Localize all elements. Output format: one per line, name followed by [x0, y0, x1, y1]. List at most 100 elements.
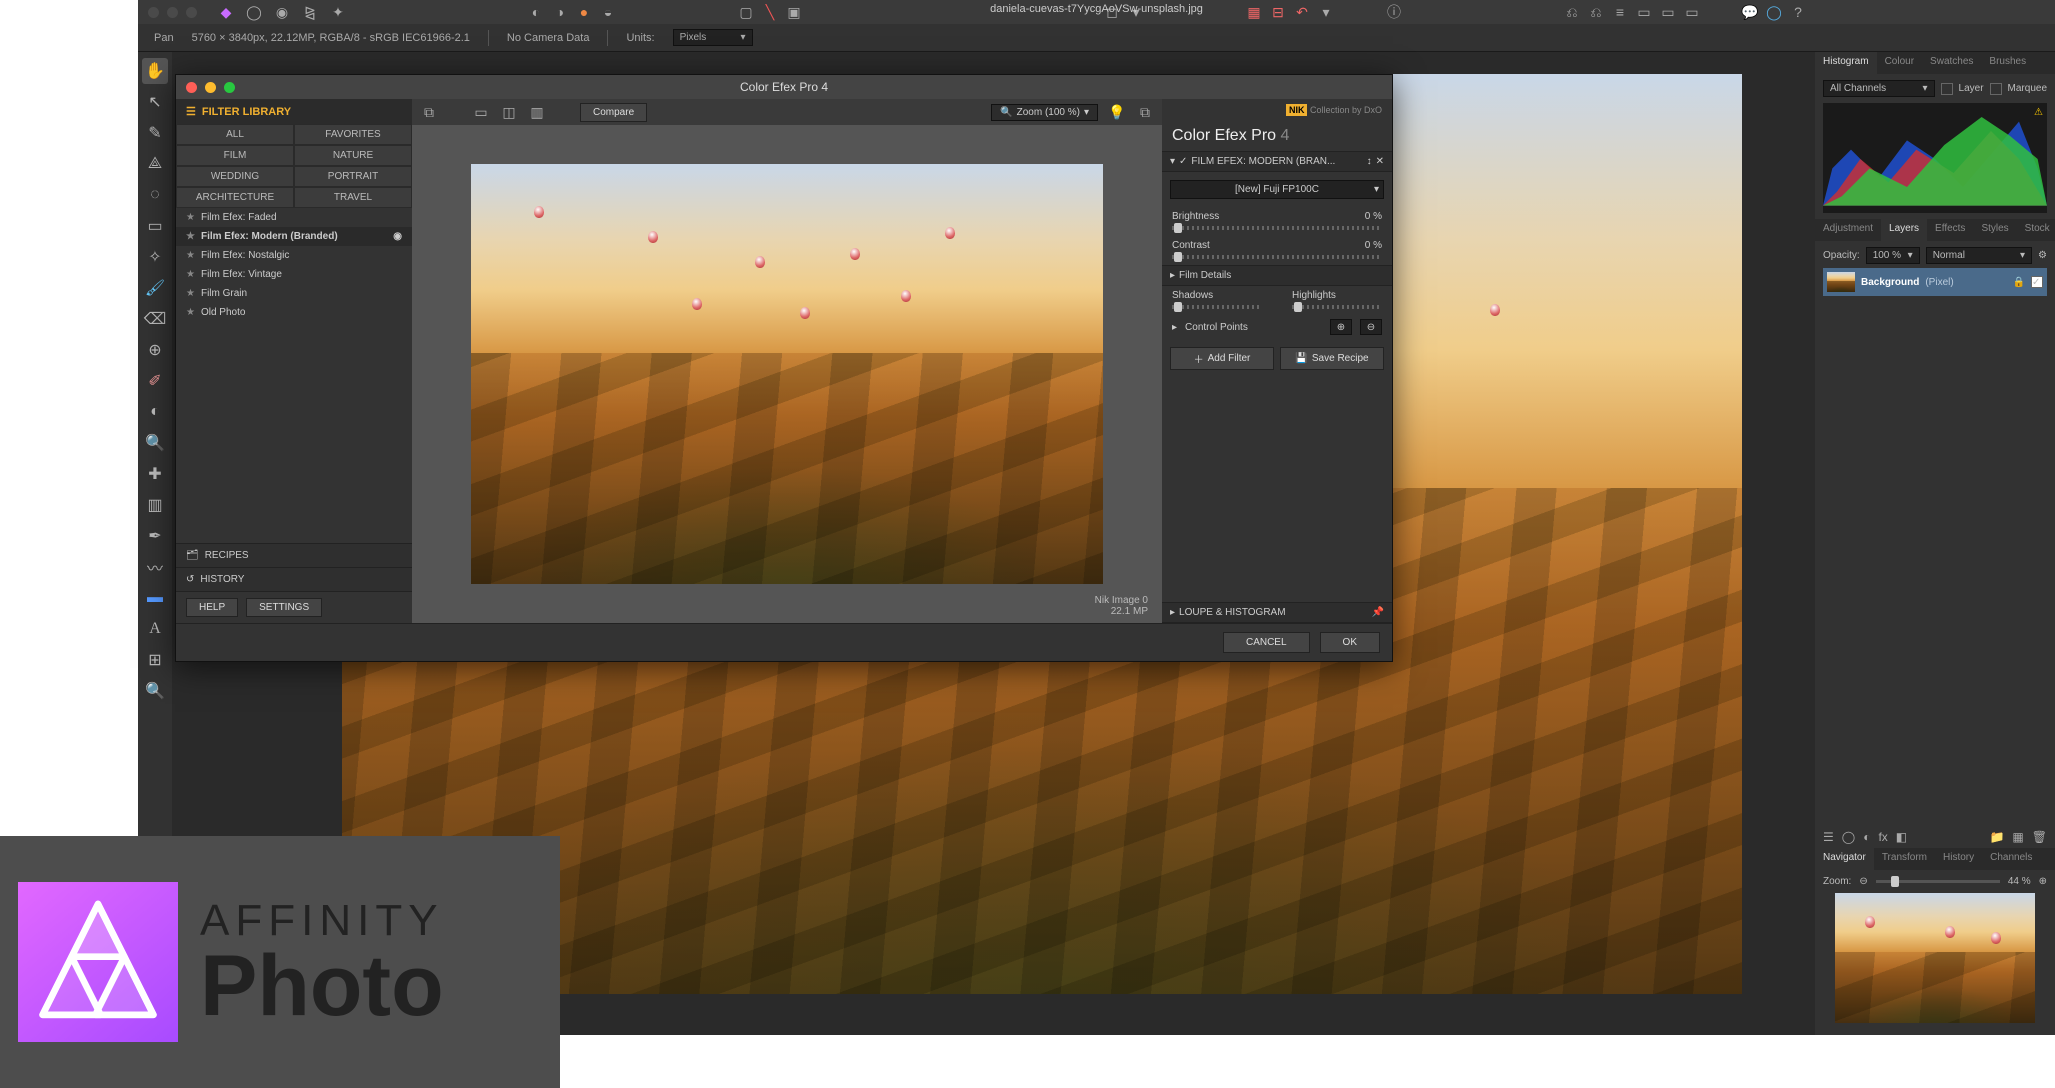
panel-right-icon[interactable]: ⧉	[1136, 103, 1154, 121]
paint-brush-tool[interactable]: 🖌	[142, 275, 168, 301]
gear-icon[interactable]: ⚙	[2038, 250, 2047, 261]
blend-mode-dropdown[interactable]: Normal▾	[1926, 247, 2032, 264]
settings-button[interactable]: SETTINGS	[246, 598, 322, 617]
pen-tool[interactable]: ✒	[142, 523, 168, 549]
star-icon[interactable]: ★	[186, 307, 195, 318]
filter-accordion-header[interactable]: ▾ ✓ FILM EFEX: MODERN (BRAN... ↕ ✕	[1162, 151, 1392, 172]
fx-icon[interactable]: fx	[1878, 830, 1887, 844]
units-dropdown[interactable]: Pixels▾	[673, 29, 753, 46]
tab-effects[interactable]: Effects	[1927, 219, 1973, 241]
history-section[interactable]: ↺HISTORY	[176, 567, 412, 591]
account-icon[interactable]: ◯	[1765, 3, 1783, 21]
zoom-out-icon[interactable]: ⊖	[1859, 876, 1867, 887]
side-view-icon[interactable]: ▥	[528, 103, 546, 121]
marquee-tool[interactable]: ▭	[142, 213, 168, 239]
highlights-slider[interactable]	[1292, 305, 1382, 309]
dropdown-icon[interactable]: ▾	[1317, 3, 1335, 21]
clone-tool[interactable]: ⊕	[142, 337, 168, 363]
category-film[interactable]: FILM	[176, 145, 294, 166]
assistant-icon[interactable]: ⓘ	[1385, 3, 1403, 21]
category-portrait[interactable]: PORTRAIT	[294, 166, 412, 187]
star-icon[interactable]: ★	[186, 288, 195, 299]
move-back-icon[interactable]: ⎌	[1563, 3, 1581, 21]
reset-icon[interactable]: ↕	[1367, 156, 1372, 167]
move-tool[interactable]: ↖	[142, 89, 168, 115]
category-nature[interactable]: NATURE	[294, 145, 412, 166]
star-icon[interactable]: ★	[186, 269, 195, 280]
layer-row[interactable]: Background (Pixel) 🔒 ✓	[1823, 268, 2047, 296]
plugin-titlebar[interactable]: Color Efex Pro 4	[176, 75, 1392, 99]
inpaint-tool[interactable]: ✐	[142, 368, 168, 394]
layer-visibility-checkbox[interactable]: ✓	[2031, 276, 2043, 288]
refine-icon[interactable]: ▣	[785, 3, 803, 21]
tab-colour[interactable]: Colour	[1877, 52, 1922, 74]
histogram-marquee-checkbox[interactable]	[1990, 83, 2002, 95]
zoom-tool[interactable]: 🔍	[142, 430, 168, 456]
auto-colours-icon[interactable]: ●	[575, 3, 593, 21]
check-icon[interactable]: ✓	[1179, 156, 1187, 167]
auto-levels-icon[interactable]: ◐	[527, 3, 545, 21]
shadows-slider[interactable]	[1172, 305, 1262, 309]
star-icon[interactable]: ★	[186, 250, 195, 261]
add-positive-cp-button[interactable]: ⊕	[1330, 319, 1352, 335]
opacity-dropdown[interactable]: 100 %▾	[1866, 247, 1920, 264]
help-icon[interactable]: ?	[1789, 3, 1807, 21]
contrast-slider[interactable]	[1172, 255, 1382, 259]
persona-photo-icon[interactable]: ◯	[245, 3, 263, 21]
tab-history[interactable]: History	[1935, 848, 1982, 870]
plugin-close-icon[interactable]	[186, 82, 197, 93]
auto-white-balance-icon[interactable]: ◒	[599, 3, 617, 21]
loupe-histogram-accordion[interactable]: ▸LOUPE & HISTOGRAM📌	[1162, 602, 1392, 623]
add-layer-icon[interactable]: ▦	[2012, 830, 2023, 844]
star-icon[interactable]: ★	[186, 212, 195, 223]
persona-tone-icon[interactable]: ✦	[329, 3, 347, 21]
preview-viewport[interactable]: Nik Image 0 22.1 MP	[412, 125, 1162, 623]
remove-filter-icon[interactable]: ✕	[1376, 156, 1384, 167]
panel-toggle-icon[interactable]: ⧉	[420, 103, 438, 121]
toggle-icon[interactable]: ◉	[393, 231, 402, 242]
lightbulb-icon[interactable]: 💡	[1108, 103, 1126, 121]
colour-picker-tool[interactable]: ✎	[142, 120, 168, 146]
pin-icon[interactable]: 📌	[1372, 607, 1384, 618]
gradient-tool[interactable]: ▥	[142, 492, 168, 518]
film-details-accordion[interactable]: ▸Film Details	[1162, 265, 1392, 286]
close-window-icon[interactable]	[148, 7, 159, 18]
chat-icon[interactable]: 💬	[1741, 3, 1759, 21]
align-icon[interactable]: ≡	[1611, 3, 1629, 21]
cancel-button[interactable]: CANCEL	[1223, 632, 1310, 653]
force-pixel-icon[interactable]: ↶	[1293, 3, 1311, 21]
lock-icon[interactable]: 🔒	[2013, 277, 2025, 288]
category-all[interactable]: ALL	[176, 124, 294, 145]
layers-stack-icon[interactable]: ☰	[1823, 830, 1834, 844]
add-filter-button[interactable]: ＋Add Filter	[1170, 347, 1274, 370]
category-architecture[interactable]: ARCHITECTURE	[176, 187, 294, 208]
filter-item[interactable]: ★Film Grain	[176, 284, 412, 303]
mesh-tool[interactable]: ⊞	[142, 647, 168, 673]
plugin-fullscreen-icon[interactable]	[224, 82, 235, 93]
selection-tool-icon[interactable]: ▢	[737, 3, 755, 21]
brightness-slider[interactable]	[1172, 226, 1382, 230]
navigator-thumbnail[interactable]	[1835, 893, 2035, 1023]
zoom-control[interactable]: 🔍Zoom (100 %)▾	[991, 104, 1098, 121]
persona-liquify-icon[interactable]: ◉	[273, 3, 291, 21]
pan-tool[interactable]: ✋	[142, 58, 168, 84]
persona-develop-icon[interactable]: ⧎	[301, 3, 319, 21]
delete-layer-icon[interactable]: 🗑	[2032, 830, 2047, 844]
plugin-minimize-icon[interactable]	[205, 82, 216, 93]
snapping-icon[interactable]: ⊟	[1269, 3, 1287, 21]
flood-select-tool[interactable]: ✧	[142, 244, 168, 270]
histogram-layer-checkbox[interactable]	[1941, 83, 1953, 95]
category-favorites[interactable]: FAVORITES	[294, 124, 412, 145]
fullscreen-window-icon[interactable]	[186, 7, 197, 18]
filter-item[interactable]: ★Film Efex: Nostalgic	[176, 246, 412, 265]
adjustment-icon[interactable]: ◐	[1863, 830, 1870, 844]
tab-navigator[interactable]: Navigator	[1815, 848, 1874, 870]
recipes-section[interactable]: 🗂RECIPES	[176, 543, 412, 567]
star-icon[interactable]: ★	[186, 231, 195, 242]
help-button[interactable]: HELP	[186, 598, 238, 617]
crop-layer-icon[interactable]: ◧	[1896, 830, 1907, 844]
folder-icon[interactable]: 📁	[1989, 830, 2004, 844]
shape-tool[interactable]: ▬	[142, 585, 168, 611]
insert-icon[interactable]: ▭	[1659, 3, 1677, 21]
grid-icon[interactable]: ▦	[1245, 3, 1263, 21]
